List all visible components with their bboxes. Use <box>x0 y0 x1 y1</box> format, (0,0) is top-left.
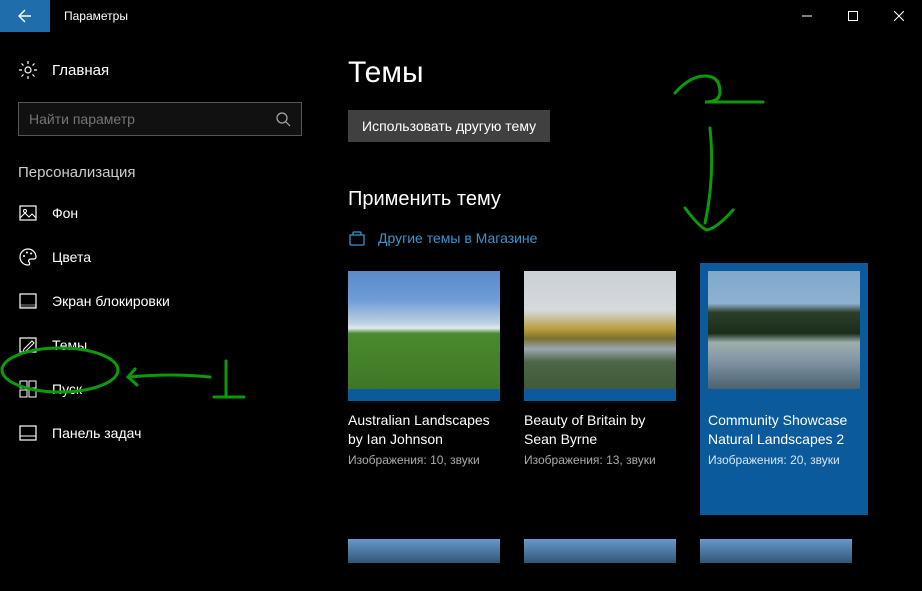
picture-icon <box>18 203 38 223</box>
sidebar: Главная Персонализация Фон Цвета Э <box>0 32 320 591</box>
window-title: Параметры <box>50 9 784 23</box>
more-themes-store-link[interactable]: Другие темы в Магазине <box>348 229 922 247</box>
theme-meta: Изображения: 20, звуки <box>708 453 860 467</box>
minimize-icon <box>802 11 812 21</box>
sidebar-item-themes[interactable]: Темы <box>0 323 320 367</box>
theme-thumbnail[interactable] <box>348 539 500 563</box>
themes-row-partial <box>348 539 922 563</box>
maximize-icon <box>848 11 858 21</box>
home-label: Главная <box>52 62 109 79</box>
use-different-theme-button[interactable]: Использовать другую тему <box>348 110 550 142</box>
arrow-left-icon <box>17 8 33 24</box>
palette-icon <box>18 247 38 267</box>
theme-card-britain[interactable]: Beauty of Britain by Sean Byrne Изображе… <box>524 271 676 515</box>
theme-name: Community Showcase Natural Landscapes 2 <box>708 411 860 449</box>
close-button[interactable] <box>876 0 922 32</box>
close-icon <box>894 11 904 21</box>
theme-meta: Изображения: 13, звуки <box>524 453 676 467</box>
sidebar-item-colors[interactable]: Цвета <box>0 235 320 279</box>
sidebar-section-label: Персонализация <box>0 136 320 191</box>
theme-thumbnail <box>348 271 500 401</box>
theme-name: Australian Landscapes by Ian Johnson <box>348 411 500 449</box>
themes-row: Australian Landscapes by Ian Johnson Изо… <box>348 271 922 515</box>
back-button[interactable] <box>0 0 50 32</box>
minimize-button[interactable] <box>784 0 830 32</box>
search-icon <box>275 111 291 127</box>
titlebar: Параметры <box>0 0 922 32</box>
sidebar-item-background[interactable]: Фон <box>0 191 320 235</box>
window-controls <box>784 0 922 32</box>
theme-thumbnail <box>708 271 860 401</box>
theme-thumbnail <box>524 271 676 401</box>
start-icon <box>18 379 38 399</box>
store-icon <box>348 229 366 247</box>
sidebar-item-label: Пуск <box>52 381 82 397</box>
sidebar-item-label: Экран блокировки <box>52 293 170 309</box>
store-link-label: Другие темы в Магазине <box>378 230 537 246</box>
sidebar-item-taskbar[interactable]: Панель задач <box>0 411 320 455</box>
theme-name: Beauty of Britain by Sean Byrne <box>524 411 676 449</box>
gear-icon <box>18 60 38 80</box>
sidebar-item-label: Цвета <box>52 249 91 265</box>
brush-icon <box>18 335 38 355</box>
maximize-button[interactable] <box>830 0 876 32</box>
home-link[interactable]: Главная <box>0 50 320 94</box>
main-content: Темы Использовать другую тему Применить … <box>320 32 922 591</box>
sidebar-item-label: Панель задач <box>52 425 141 441</box>
theme-thumbnail[interactable] <box>524 539 676 563</box>
taskbar-icon <box>18 423 38 443</box>
theme-card-natural-selected[interactable]: Community Showcase Natural Landscapes 2 … <box>700 263 868 515</box>
sidebar-item-label: Темы <box>52 337 87 353</box>
theme-meta: Изображения: 10, звуки <box>348 453 500 467</box>
theme-card-australian[interactable]: Australian Landscapes by Ian Johnson Изо… <box>348 271 500 515</box>
search-input[interactable] <box>29 111 275 127</box>
page-title: Темы <box>348 56 922 90</box>
sidebar-item-start[interactable]: Пуск <box>0 367 320 411</box>
search-box[interactable] <box>18 102 302 136</box>
lockscreen-icon <box>18 291 38 311</box>
apply-theme-title: Применить тему <box>348 188 922 211</box>
sidebar-item-lockscreen[interactable]: Экран блокировки <box>0 279 320 323</box>
sidebar-item-label: Фон <box>52 205 78 221</box>
theme-thumbnail[interactable] <box>700 539 852 563</box>
